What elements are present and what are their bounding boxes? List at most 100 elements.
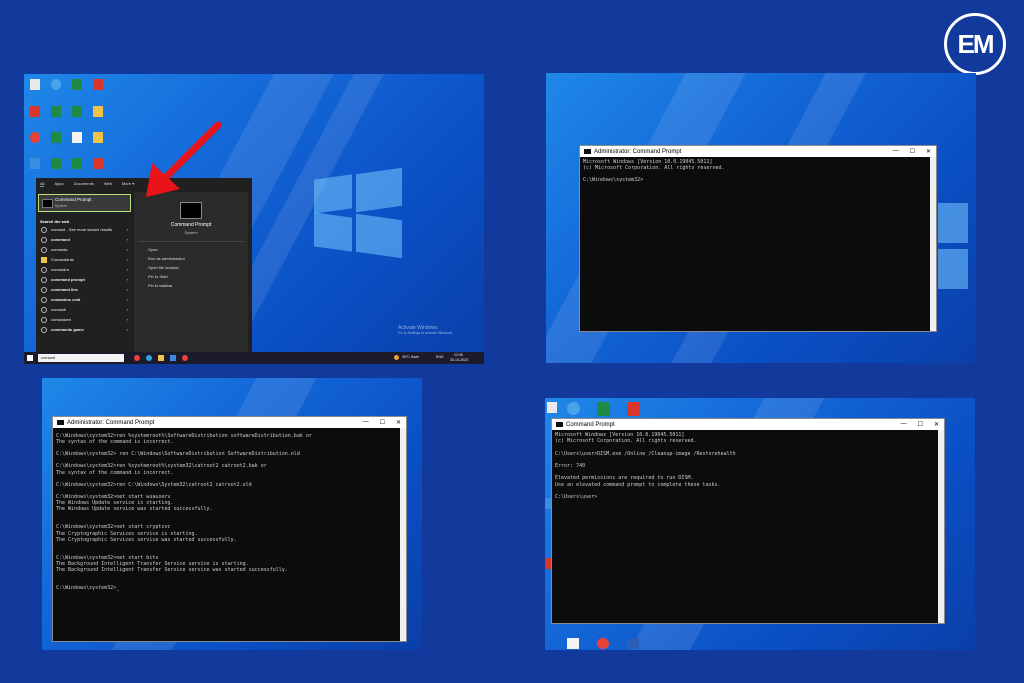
chrome-taskbar-icon[interactable] <box>182 355 188 361</box>
excel-icon[interactable] <box>51 158 61 169</box>
web-result-text: comandi <box>51 307 67 312</box>
web-result-text: comand - See more search results <box>51 227 113 232</box>
panel-admin-cmd: Administrator: Command Prompt — ☐ ✕ Micros… <box>546 73 976 363</box>
web-result[interactable]: comandra › <box>38 265 130 274</box>
folder-icon[interactable] <box>93 132 103 143</box>
globe-icon[interactable] <box>567 402 580 415</box>
tab-more[interactable]: More ▾ <box>122 181 134 187</box>
action-run-admin[interactable]: Run as administrator <box>148 256 185 261</box>
best-match-sub: System <box>55 204 67 208</box>
cmd-window[interactable]: Administrator: Command Prompt — ☐ ✕ Micros… <box>579 145 937 332</box>
maximize-icon[interactable]: ☐ <box>918 421 923 428</box>
chrome-icon[interactable] <box>597 638 609 649</box>
search-icon <box>41 246 47 253</box>
console-output[interactable]: C:\Windows\system32>ren %systemroot%\Sof… <box>56 433 398 591</box>
chevron-right-icon: › <box>126 237 128 242</box>
tray-time[interactable]: 12:45 <box>454 353 463 357</box>
web-result-text: commands game <box>51 327 84 332</box>
action-pin-start[interactable]: Pin to Start <box>148 274 168 279</box>
minimize-icon[interactable]: — <box>363 419 369 426</box>
web-result[interactable]: command › <box>38 235 130 244</box>
desktop-icon[interactable] <box>72 79 82 90</box>
cmd-window[interactable]: Command Prompt — ☐ ✕ Microsoft Windows [Ve… <box>551 418 945 624</box>
cmd-window[interactable]: Administrator: Command Prompt — ☐ ✕ C:\Win… <box>52 416 407 642</box>
pdf-icon[interactable] <box>93 79 103 90</box>
minimize-icon[interactable]: — <box>901 421 907 428</box>
maximize-icon[interactable]: ☐ <box>380 419 385 426</box>
search-tabs: All Apps Documents Web More ▾ <box>40 181 134 187</box>
activate-windows: Activate Windows Go to Settings to activ… <box>398 325 453 335</box>
web-result[interactable]: comanda › <box>38 245 130 254</box>
desktop-icon[interactable] <box>547 402 557 413</box>
console-output[interactable]: Microsoft Windows [Version 10.0.19045.50… <box>583 159 928 183</box>
windows-start-icon[interactable] <box>27 355 33 361</box>
web-result-text: command <box>51 237 70 242</box>
scrollbar[interactable] <box>400 428 406 641</box>
close-icon[interactable]: ✕ <box>926 148 931 155</box>
chrome-icon[interactable] <box>30 132 40 143</box>
web-result[interactable]: command line › <box>38 285 130 294</box>
folder-icon[interactable] <box>93 106 103 117</box>
excel-icon[interactable] <box>72 158 82 169</box>
web-result[interactable]: comandant › <box>38 315 130 324</box>
chevron-right-icon: › <box>126 277 128 282</box>
web-result[interactable]: comandi › <box>38 305 130 314</box>
pdf-icon[interactable] <box>30 106 40 117</box>
pdf-icon[interactable] <box>93 158 103 169</box>
scrollbar[interactable] <box>930 157 936 331</box>
minimize-icon[interactable]: — <box>893 148 899 155</box>
best-match-item[interactable]: Command Prompt System <box>38 194 131 212</box>
cmd-titlebar[interactable]: Administrator: Command Prompt — ☐ ✕ <box>53 417 406 428</box>
desktop-icon[interactable] <box>51 79 61 90</box>
search-icon <box>41 236 47 243</box>
chrome-taskbar-icon[interactable] <box>134 355 140 361</box>
tab-web[interactable]: Web <box>104 181 112 187</box>
store-taskbar-icon[interactable] <box>170 355 176 361</box>
tab-all[interactable]: All <box>40 181 45 187</box>
preview-sub: System <box>184 230 198 235</box>
taskbar-search-input[interactable]: comand <box>38 354 124 362</box>
chevron-right-icon: › <box>126 267 128 272</box>
excel-icon[interactable] <box>51 132 61 143</box>
tray-lang[interactable]: ENG <box>436 355 444 359</box>
activate-line2: Go to Settings to activate Windows. <box>398 331 454 335</box>
tab-apps[interactable]: Apps <box>54 181 63 187</box>
desktop-icon[interactable] <box>30 79 40 90</box>
preview-pane: Command Prompt System Open Run as admini… <box>134 192 248 352</box>
cmd-titlebar[interactable]: Administrator: Command Prompt — ☐ ✕ <box>580 146 936 157</box>
edge-taskbar-icon[interactable] <box>146 355 152 361</box>
console-output[interactable]: Microsoft Windows [Version 10.0.19045.50… <box>555 432 936 500</box>
web-result[interactable]: command prompt › <box>38 275 130 284</box>
folder-taskbar-icon[interactable] <box>158 355 164 361</box>
action-open-location[interactable]: Open file location <box>148 265 179 270</box>
action-open[interactable]: Open <box>148 247 158 252</box>
scrollbar[interactable] <box>938 430 944 623</box>
cmd-titlebar[interactable]: Command Prompt — ☐ ✕ <box>552 419 944 430</box>
chevron-right-icon: › <box>126 287 128 292</box>
word-icon[interactable] <box>627 638 639 649</box>
web-result[interactable]: commands game › <box>38 325 130 334</box>
chevron-right-icon: › <box>126 227 128 232</box>
tab-documents[interactable]: Documents <box>74 181 94 187</box>
web-result[interactable]: comand - See more search results › <box>38 225 130 234</box>
chevron-right-icon: › <box>126 317 128 322</box>
excel-icon[interactable] <box>51 106 61 117</box>
tray-date[interactable]: 30-10-2023 <box>450 358 468 362</box>
web-result[interactable]: comandos cmd › <box>38 295 130 304</box>
close-icon[interactable]: ✕ <box>934 421 939 428</box>
maximize-icon[interactable]: ☐ <box>910 148 915 155</box>
web-result[interactable]: Comandante › <box>38 255 130 264</box>
file-icon[interactable] <box>72 132 82 143</box>
close-icon[interactable]: ✕ <box>396 419 401 426</box>
search-icon <box>41 326 47 333</box>
chevron-right-icon: › <box>126 307 128 312</box>
desktop-icon[interactable] <box>30 158 40 169</box>
pdf-icon[interactable] <box>627 402 640 416</box>
excel-icon[interactable] <box>597 402 610 416</box>
cmd-icon <box>42 199 53 208</box>
chevron-right-icon: › <box>126 247 128 252</box>
excel-icon[interactable] <box>72 106 82 117</box>
file-icon[interactable] <box>567 638 579 649</box>
action-pin-taskbar[interactable]: Pin to taskbar <box>148 283 172 288</box>
search-icon <box>41 286 47 293</box>
